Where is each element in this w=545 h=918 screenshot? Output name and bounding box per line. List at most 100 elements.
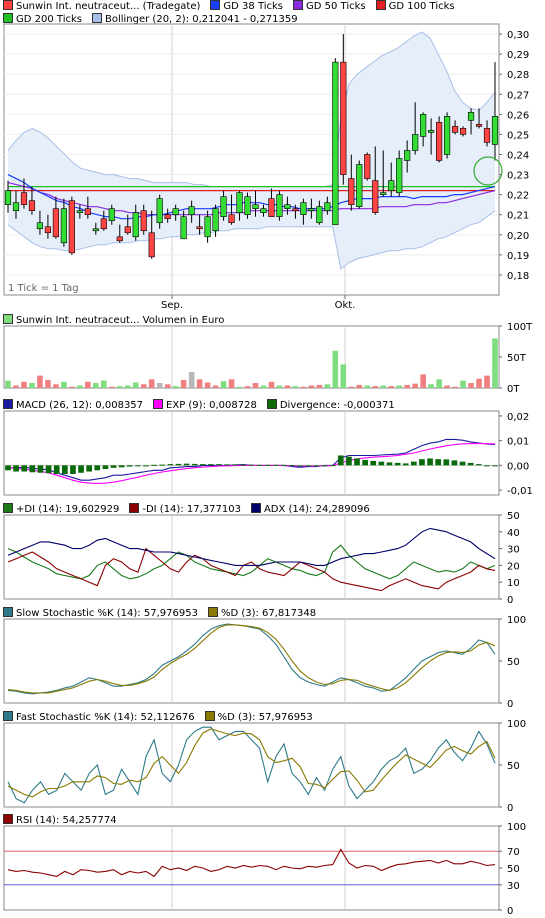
volume-bar bbox=[85, 381, 91, 388]
volume-bar bbox=[196, 379, 203, 388]
divergence-bar bbox=[484, 465, 490, 467]
volume-bar bbox=[332, 350, 339, 388]
divergence-bar bbox=[427, 458, 433, 466]
candle-body bbox=[364, 154, 371, 179]
y-tick-label: 0,25 bbox=[507, 130, 529, 141]
divergence-bar bbox=[70, 465, 76, 474]
divergence-bar bbox=[362, 459, 368, 466]
volume-bar bbox=[77, 385, 83, 388]
candle-body bbox=[380, 192, 387, 195]
candle-body bbox=[444, 116, 451, 155]
y-tick-label: 50 bbox=[507, 761, 520, 772]
candle-body bbox=[276, 194, 283, 218]
volume-bar bbox=[420, 374, 426, 388]
volume-bar bbox=[172, 386, 179, 388]
y-tick-label: 30 bbox=[507, 545, 520, 556]
divergence-bar bbox=[151, 464, 157, 466]
volume-bar bbox=[108, 386, 115, 388]
divergence-bar bbox=[321, 465, 328, 467]
divergence-bar bbox=[13, 465, 19, 472]
divergence-bar bbox=[289, 465, 295, 467]
y-tick-label: 0 bbox=[507, 699, 513, 710]
divergence-bar bbox=[21, 465, 28, 472]
candle-body bbox=[491, 116, 499, 145]
volume-bar bbox=[412, 383, 418, 388]
divergence-bar bbox=[443, 459, 450, 466]
y-tick-label: 50T bbox=[507, 353, 527, 364]
y-tick-label: 0,28 bbox=[507, 70, 529, 81]
divergence-bar bbox=[281, 464, 287, 466]
candle-body bbox=[236, 192, 243, 213]
divergence-bar bbox=[378, 461, 385, 466]
y-tick-label: 0 bbox=[507, 906, 513, 917]
volume-bar bbox=[148, 379, 155, 388]
volume-bar bbox=[236, 386, 243, 388]
y-tick-label: 0,26 bbox=[507, 110, 529, 121]
divergence-bar bbox=[492, 465, 498, 467]
candle-body bbox=[428, 130, 435, 133]
candle-body bbox=[20, 192, 28, 205]
volume-bar bbox=[180, 379, 187, 388]
volume-bar bbox=[116, 386, 123, 388]
divergence-bar bbox=[143, 465, 149, 467]
volume-bar bbox=[404, 384, 410, 388]
candle-body bbox=[84, 208, 91, 216]
divergence-bar bbox=[410, 461, 417, 466]
candle-body bbox=[356, 164, 363, 207]
tick-size-note: 1 Tick = 1 Tag bbox=[8, 283, 79, 294]
divergence-bar bbox=[264, 464, 271, 466]
volume-bar bbox=[252, 383, 259, 388]
candle-body bbox=[172, 208, 179, 216]
volume-bar bbox=[132, 382, 139, 388]
candle-body bbox=[436, 122, 443, 161]
candle-body bbox=[483, 128, 491, 143]
divergence-bar bbox=[216, 464, 222, 466]
divergence-bar bbox=[224, 464, 230, 466]
candle-body bbox=[60, 208, 67, 244]
volume-bar bbox=[476, 378, 482, 388]
y-tick-label: 0 bbox=[507, 803, 513, 814]
volume-bar bbox=[276, 385, 283, 388]
candle-body bbox=[44, 226, 52, 234]
candle-body bbox=[284, 204, 291, 209]
y-tick-label: 50 bbox=[507, 657, 520, 668]
divergence-bar bbox=[256, 464, 263, 466]
y-tick-label: 100 bbox=[507, 719, 526, 730]
divergence-bar bbox=[402, 463, 409, 466]
y-tick-label: -0,01 bbox=[507, 486, 533, 497]
volume-bar bbox=[5, 380, 11, 388]
volume-bar bbox=[124, 385, 131, 388]
y-tick-label: 0 bbox=[507, 595, 513, 606]
volume-bar bbox=[452, 386, 458, 388]
y-tick-label: 0,27 bbox=[507, 90, 529, 101]
divergence-bar bbox=[248, 464, 255, 466]
divergence-bar bbox=[240, 464, 247, 466]
volume-bar bbox=[45, 379, 51, 388]
y-tick-label: 40 bbox=[507, 528, 520, 539]
volume-bar bbox=[37, 375, 43, 388]
candle-body bbox=[164, 214, 171, 220]
candle-body bbox=[196, 226, 203, 230]
y-tick-label: 0,19 bbox=[507, 251, 529, 262]
y-tick-label: 0,18 bbox=[507, 271, 529, 282]
divergence-bar bbox=[346, 456, 352, 466]
divergence-bar bbox=[191, 463, 198, 466]
volume-bar bbox=[460, 380, 466, 388]
y-tick-label: 0,00 bbox=[507, 461, 529, 472]
divergence-bar bbox=[126, 465, 133, 467]
divergence-bar bbox=[394, 462, 401, 466]
volume-bar bbox=[356, 384, 363, 388]
volume-bar bbox=[188, 371, 195, 388]
volume-bar bbox=[316, 384, 323, 388]
candle-body bbox=[156, 198, 163, 224]
divergence-bar bbox=[305, 465, 312, 467]
candle-body bbox=[348, 178, 355, 205]
candle-body bbox=[204, 216, 211, 238]
divergence-bar bbox=[167, 464, 174, 466]
divergence-bar bbox=[53, 465, 60, 474]
divergence-bar bbox=[118, 465, 125, 468]
candle-body bbox=[396, 158, 403, 193]
y-tick-label: 0,24 bbox=[507, 150, 529, 161]
candle-body bbox=[260, 208, 267, 213]
divergence-bar bbox=[459, 461, 466, 466]
